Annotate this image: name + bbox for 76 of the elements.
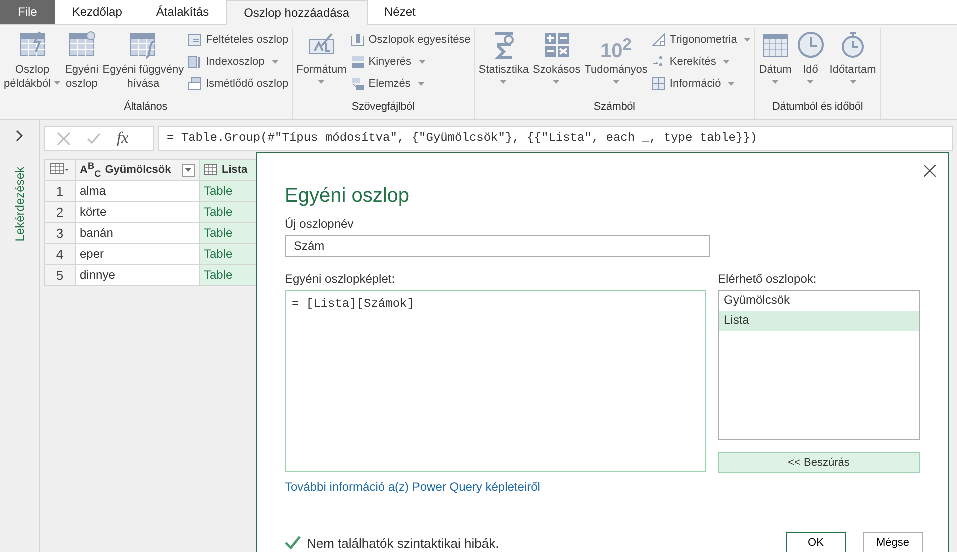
field-label: Egyéni oszlopképlet: — [285, 272, 396, 286]
row-number: 3 — [44, 222, 76, 244]
table-cell: eper — [76, 244, 200, 264]
check-icon — [285, 536, 301, 550]
table-link[interactable]: Table — [200, 264, 258, 286]
cancel-button[interactable]: Mégse — [863, 532, 923, 552]
ribbon-button[interactable]: Formátum — [294, 28, 349, 101]
insert-button[interactable]: << Beszúrás — [718, 452, 920, 473]
ribbon-button[interactable]: Időtartam — [828, 28, 878, 101]
table-cell: banán — [76, 222, 200, 244]
clock-icon — [796, 30, 826, 60]
formula-editor[interactable]: = [Lista][Számok] — [285, 290, 706, 472]
table-cell: alma — [76, 180, 200, 202]
column-header[interactable]: Lista — [200, 160, 258, 180]
help-link[interactable]: További információ a(z) Power Query képleteiről — [285, 480, 540, 494]
dialog-title: Egyéni oszlop — [285, 185, 411, 208]
group-label: Általános — [123, 101, 169, 115]
status-message: Nem találhatók szintaktikai hibák. — [307, 536, 500, 550]
ribbon-button[interactable]: Feltételes oszlop — [186, 30, 290, 49]
table-icon — [204, 164, 218, 176]
column-header[interactable]: A$^{B}$$_{C}$ Gyümölcsök — [76, 160, 200, 180]
queries-panel-label[interactable]: Lekérdezések — [12, 167, 26, 242]
group-label: Szövegfájlból — [350, 101, 416, 115]
ribbon-button[interactable]: Kinyerés — [348, 52, 472, 71]
info-grid-icon — [650, 76, 667, 92]
caret-icon — [185, 168, 192, 172]
row-number: 5 — [44, 264, 76, 286]
field-label: Elérhető oszlopok: — [718, 272, 818, 286]
ribbon-button[interactable]: Trigonometria — [650, 30, 752, 49]
ok-button[interactable]: OK — [786, 532, 846, 552]
column-list-item[interactable]: Gyümölcsök — [719, 291, 919, 311]
ribbon-tab[interactable]: Oszlop hozzáadása — [226, 0, 368, 25]
ribbon-button[interactable]: Elemzés — [348, 74, 472, 93]
ribbon-button[interactable]: Dátum — [757, 28, 794, 101]
ribbon-button[interactable]: Indexoszlop — [186, 52, 290, 71]
ribbon-button[interactable]: Oszlopok egyesítése — [348, 30, 472, 49]
table-cell: körte — [76, 202, 200, 222]
row-number: 4 — [44, 244, 76, 264]
ribbon-button[interactable]: Egyéni függvény hívása — [100, 28, 186, 101]
parse-icon — [350, 76, 366, 92]
ribbon-button[interactable]: Oszlop példákból — [2, 28, 64, 101]
function-label[interactable]: fx — [117, 130, 129, 148]
ribbon-button[interactable]: Információ — [650, 74, 752, 93]
ribbon-button[interactable]: Egyéni oszlop — [63, 28, 101, 101]
table-menu-icon[interactable] — [50, 162, 70, 174]
filter-button[interactable] — [182, 164, 195, 176]
field-label: Új oszlopnév — [285, 217, 355, 231]
triangle-icon — [650, 32, 667, 48]
column-list-item[interactable]: Lista — [719, 311, 919, 331]
duplicate-column-icon — [187, 76, 204, 92]
extract-icon — [350, 54, 366, 70]
ribbon-button[interactable]: Statisztika — [476, 28, 532, 101]
row-number: 1 — [44, 180, 76, 202]
table-link[interactable]: Table — [200, 244, 258, 264]
ribbon-button[interactable]: 10$^{2}$ Tudományos — [582, 28, 650, 101]
table-link[interactable]: Table — [200, 222, 258, 244]
group-label: Dátumból és időből — [772, 101, 864, 115]
table-link[interactable]: Table — [200, 202, 258, 222]
formula-field[interactable]: = Table.Group(#"Típus módosítva", {"Gyümölcsök"}, {{"Lista", each _, type table}}) — [158, 126, 953, 151]
conditional-column-icon — [187, 32, 204, 48]
ribbon-tab[interactable]: File — [0, 0, 56, 24]
ribbon-button[interactable]: Ismétlődő oszlop — [186, 74, 290, 93]
row-number: 2 — [44, 202, 76, 222]
check-icon[interactable] — [87, 132, 101, 146]
group-label: Számból — [592, 101, 636, 115]
ribbon-tab[interactable]: Kezdőlap — [55, 0, 140, 24]
column-name-field[interactable]: Szám — [285, 235, 710, 257]
merge-columns-icon — [350, 32, 366, 48]
table-link[interactable]: Table — [200, 180, 258, 202]
ribbon-tab[interactable]: Átalakítás — [139, 0, 226, 24]
ribbon-tab[interactable]: Nézet — [368, 0, 433, 24]
ribbon-button[interactable]: Szokásos — [531, 28, 583, 101]
superscript-icon: 10$^{2}$ — [600, 30, 632, 60]
ribbon-button[interactable]: Kerekítés — [650, 52, 752, 71]
table-cell: dinnye — [76, 264, 200, 286]
ribbon-button[interactable]: Idő — [794, 28, 828, 101]
